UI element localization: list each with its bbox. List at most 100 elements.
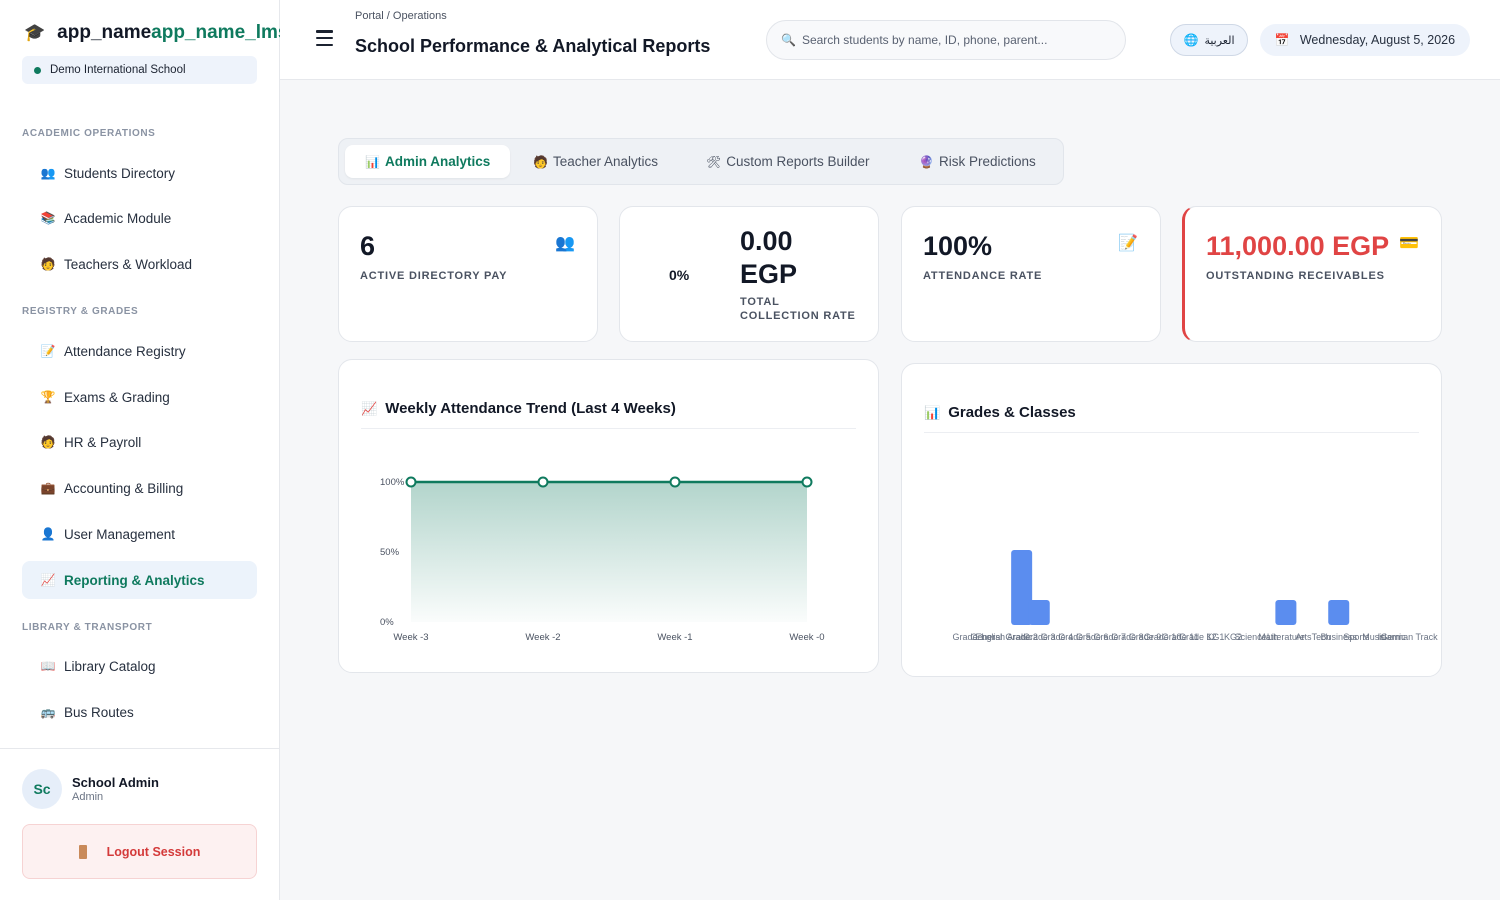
door-icon <box>78 844 87 859</box>
grade-bar[interactable] <box>1275 600 1297 625</box>
x-tick-label: Week -2 <box>525 632 560 643</box>
page-title: School Performance & Analytical Reports <box>355 36 711 56</box>
analytics-tabs: 📊 Admin Analytics 🧑 Teacher Analytics 🛠 … <box>338 138 1064 185</box>
tab-risk-predictions[interactable]: 🔮 Risk Predictions <box>899 145 1056 178</box>
sidebar-item-label: Students Directory <box>64 165 176 181</box>
attendance-chart: 0% 50% 100% Week -3 Week -2 Week -1 Week -0 <box>380 476 825 643</box>
tools-icon: 🛠 <box>706 154 722 169</box>
attendance-area <box>411 482 807 622</box>
tab-label: Custom Reports Builder <box>726 154 870 169</box>
logout-button[interactable]: Logout Session <box>22 824 257 879</box>
attendance-trend-card: 📈 Weekly Attendance Trend (Last 4 Weeks)… <box>338 359 879 673</box>
memo-icon: 📝 <box>40 344 56 358</box>
briefcase-icon: 💼 <box>40 481 56 495</box>
kpi-attendance-rate: 100% ATTENDANCE RATE 📝 <box>901 206 1161 342</box>
teacher-icon: 🧑 <box>40 257 56 271</box>
kpi-value: 0.00 EGP <box>740 225 850 291</box>
x-tick-label: Week -0 <box>789 632 824 643</box>
tab-teacher-analytics[interactable]: 🧑 Teacher Analytics <box>513 145 678 178</box>
sidebar-item-label: Teachers & Workload <box>64 256 193 272</box>
brand[interactable]: 🎓 app_name app_name_lms <box>24 22 280 44</box>
brand-name-secondary: app_name_lms <box>151 22 280 43</box>
sidebar-item-label: Exams & Grading <box>64 389 170 405</box>
top-header: Portal / Operations School Performance &… <box>280 0 1500 80</box>
sidebar-item-teachers[interactable]: 🧑 Teachers & Workload <box>22 245 257 283</box>
grade-bar[interactable] <box>1328 600 1350 625</box>
kpi-label: ACTIVE DIRECTORY PAY <box>360 270 508 282</box>
attendance-point[interactable] <box>669 476 681 488</box>
grades-classes-card: 📊 Grades & Classes Grade 1 General English… <box>901 363 1442 677</box>
x-tick-label: Week -1 <box>657 632 692 643</box>
sidebar-item-library[interactable]: 📖 Library Catalog <box>22 647 257 685</box>
grade-bar[interactable] <box>1028 600 1050 625</box>
tab-custom-reports[interactable]: 🛠 Custom Reports Builder <box>686 145 890 178</box>
user-icon: 👤 <box>40 527 56 541</box>
sidebar-item-attendance[interactable]: 📝 Attendance Registry <box>22 332 257 370</box>
kpi-label: ATTENDANCE RATE <box>923 270 1043 282</box>
sidebar-item-bus[interactable]: 🚌 Bus Routes <box>22 693 257 731</box>
tab-admin-analytics[interactable]: 📊 Admin Analytics <box>345 145 511 178</box>
sidebar-item-academic[interactable]: 📚 Academic Module <box>22 199 257 237</box>
sidebar-item-exams[interactable]: 🏆 Exams & Grading <box>22 378 257 416</box>
sidebar-item-label: Bus Routes <box>64 704 134 720</box>
search-box[interactable]: 🔍 <box>766 20 1126 60</box>
attendance-point[interactable] <box>405 476 417 488</box>
sidebar-item-label: Attendance Registry <box>64 343 186 359</box>
user-role: Admin <box>72 791 104 803</box>
sidebar-item-label: Accounting & Billing <box>64 480 184 496</box>
kpi-label-line1: TOTAL <box>740 296 780 308</box>
credit-card-icon: 💳 <box>1399 235 1419 252</box>
kpi-label-line2: COLLECTION RATE <box>740 310 856 322</box>
attendance-point[interactable] <box>537 476 549 488</box>
trophy-icon: 🏆 <box>40 390 56 404</box>
tab-label: Risk Predictions <box>938 154 1036 169</box>
x-tick-label: Arts <box>1295 632 1312 642</box>
tab-label: Teacher Analytics <box>552 154 659 169</box>
chart-icon: 📈 <box>40 573 56 587</box>
x-tick-label: KG1 <box>1206 632 1224 642</box>
language-label: العربية <box>1204 34 1235 47</box>
sidebar-item-accounting[interactable]: 💼 Accounting & Billing <box>22 469 257 507</box>
date-display: 📅 Wednesday, August 5, 2026 <box>1260 24 1470 56</box>
calendar-icon: 📅 <box>1274 33 1290 47</box>
school-name: Demo International School <box>50 64 186 76</box>
sidebar-item-label: HR & Payroll <box>64 434 142 450</box>
kpi-value: 6 <box>360 231 376 261</box>
graduation-cap-icon: 🎓 <box>24 23 46 42</box>
kpi-value: 100% <box>923 231 993 261</box>
search-icon: 🔍 <box>781 33 796 47</box>
x-tick-label: German Track <box>1381 632 1439 642</box>
current-date: Wednesday, August 5, 2026 <box>1299 33 1456 47</box>
sidebar-item-students[interactable]: 👥 Students Directory <box>22 154 257 192</box>
users-icon: 👥 <box>555 235 575 252</box>
sidebar-item-users[interactable]: 👤 User Management <box>22 515 257 553</box>
language-toggle-button[interactable]: 🌐 العربية <box>1170 24 1248 56</box>
kpi-outstanding-receivables: 11,000.00 EGP OUTSTANDING RECEIVABLES 💳 <box>1182 206 1442 342</box>
bus-icon: 🚌 <box>40 705 56 719</box>
y-tick-label: 100% <box>380 477 405 488</box>
kpi-label: OUTSTANDING RECEIVABLES <box>1206 270 1385 282</box>
grades-chart: Grade 1GeneralEnglish ArabicGrade 2Grade… <box>953 550 1439 642</box>
menu-icon[interactable] <box>316 30 333 46</box>
status-dot-icon <box>34 66 41 74</box>
sidebar-item-label: Academic Module <box>64 210 172 226</box>
logout-label: Logout Session <box>106 844 201 859</box>
x-tick-label: Week -3 <box>393 632 428 643</box>
section-title-registry: REGISTRY & GRADES <box>22 306 139 317</box>
kpi-percent: 0% <box>669 267 690 283</box>
section-title-library: LIBRARY & TRANSPORT <box>22 622 153 633</box>
section-title-academic: ACADEMIC OPERATIONS <box>22 128 156 139</box>
sidebar-item-reporting[interactable]: 📈 Reporting & Analytics <box>22 561 257 599</box>
tab-label: Admin Analytics <box>384 154 491 169</box>
kpi-value: 11,000.00 EGP <box>1206 231 1390 261</box>
brand-name-primary: app_name <box>57 22 152 43</box>
sidebar-item-label: Library Catalog <box>64 658 156 674</box>
avatar[interactable]: Sc <box>22 769 62 809</box>
attendance-point[interactable] <box>801 476 813 488</box>
breadcrumb: Portal / Operations <box>355 10 447 22</box>
search-input[interactable] <box>801 33 1102 47</box>
sidebar-item-hr[interactable]: 🧑 HR & Payroll <box>22 423 257 461</box>
y-tick-label: 0% <box>380 617 394 628</box>
kpi-label: TOTAL COLLECTION RATE <box>740 295 870 323</box>
y-tick-label: 50% <box>380 547 400 558</box>
